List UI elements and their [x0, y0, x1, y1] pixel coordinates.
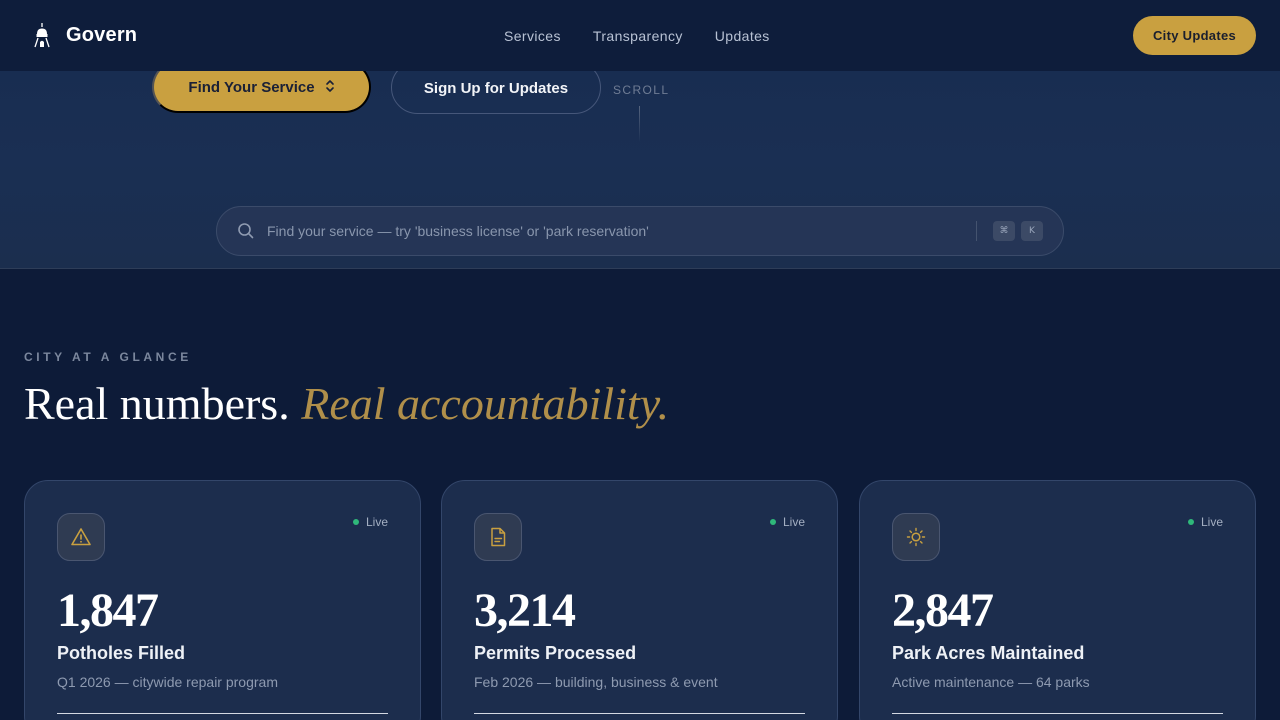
stat-card-potholes: Live 1,847 Potholes Filled Q1 2026 — cit… [24, 480, 421, 720]
warning-icon [57, 513, 105, 561]
stat-card-parks: Live 2,847 Park Acres Maintained Active … [859, 480, 1256, 720]
stat-label: Park Acres Maintained [892, 643, 1085, 663]
card-divider [57, 713, 388, 714]
nav-link-services[interactable]: Services [504, 28, 561, 44]
sun-icon [892, 513, 940, 561]
live-label: Live [782, 515, 805, 529]
stat-subtext: Feb 2026 — building, business & event [474, 674, 718, 690]
stat-subtext: Active maintenance — 64 parks [892, 674, 1090, 690]
card-divider [474, 713, 805, 714]
brand[interactable]: Govern [30, 22, 137, 50]
section-eyebrow: CITY AT A GLANCE [24, 350, 192, 364]
scroll-indicator-label: SCROLL [613, 83, 670, 97]
stat-value: 1,847 [57, 584, 159, 637]
service-search-bar[interactable]: ⌘ K [216, 206, 1064, 256]
brand-name: Govern [66, 24, 138, 46]
scroll-indicator-line [639, 106, 640, 142]
search-input[interactable] [267, 223, 960, 239]
live-status: Live [769, 515, 805, 529]
stat-card-permits: Live 3,214 Permits Processed Feb 2026 — … [441, 480, 838, 720]
live-status: Live [1187, 515, 1223, 529]
section-headline: Real numbers. Real accountability. [24, 377, 669, 430]
top-navigation: Govern Services Transparency Updates Cit… [0, 0, 1280, 71]
live-label: Live [365, 515, 388, 529]
live-dot [1187, 519, 1194, 525]
document-icon [474, 513, 522, 561]
live-label: Live [1200, 515, 1223, 529]
live-dot [769, 519, 776, 525]
nav-link-transparency[interactable]: Transparency [593, 28, 683, 44]
chevron-up-down-icon [325, 79, 335, 96]
headline-main: Real numbers. [24, 378, 290, 429]
headline-accent: Real accountability. [301, 378, 670, 429]
stat-value: 2,847 [892, 584, 994, 637]
command-key-hint: ⌘ [993, 221, 1015, 241]
k-key-hint: K [1021, 221, 1043, 241]
live-dot [352, 519, 359, 525]
search-divider [976, 221, 977, 241]
nav-link-updates[interactable]: Updates [715, 28, 770, 44]
city-updates-button[interactable]: City Updates [1133, 16, 1256, 55]
live-status: Live [352, 515, 388, 529]
stat-subtext: Q1 2026 — citywide repair program [57, 674, 278, 690]
stat-value: 3,214 [474, 584, 576, 637]
search-icon [237, 222, 255, 240]
city-hall-icon [30, 22, 54, 50]
stat-label: Potholes Filled [57, 643, 186, 663]
find-your-service-label: Find Your Service [188, 79, 315, 96]
stat-label: Permits Processed [474, 643, 637, 663]
card-divider [892, 713, 1223, 714]
nav-links: Services Transparency Updates [504, 0, 770, 71]
